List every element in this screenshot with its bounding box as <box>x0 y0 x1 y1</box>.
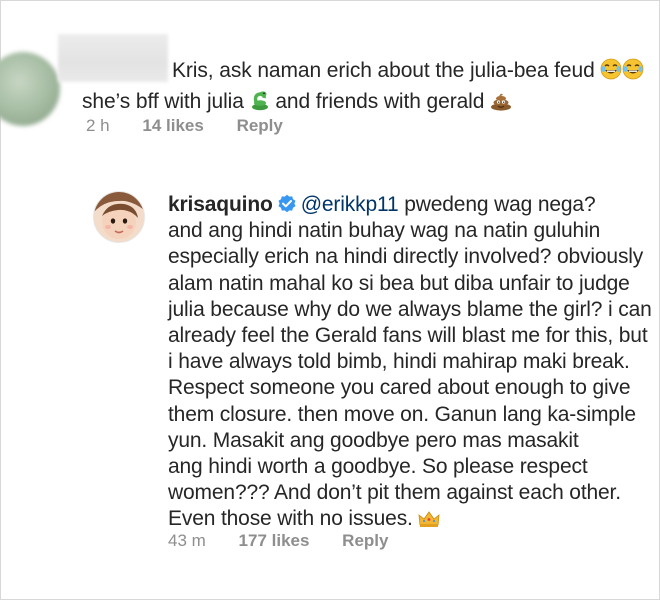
crown-emoji <box>418 509 440 535</box>
comment-text-line2a: she’s bff with julia <box>82 90 244 113</box>
reply-likes-link[interactable]: 177 likes <box>239 531 310 551</box>
reply-body: krisaquino @erikkp11 pwedeng wag nega? a… <box>168 192 656 536</box>
reply-line: alam natin mahal ko si bea but diba unfa… <box>168 271 630 295</box>
reply-reply-button[interactable]: Reply <box>342 531 388 551</box>
reply-line: ang hindi worth a goodbye. So please res… <box>168 455 588 479</box>
reply-avatar[interactable] <box>93 191 145 243</box>
reply-line: julia because why do we always blame the… <box>168 297 652 321</box>
poop-emoji <box>490 91 512 119</box>
reply-line: them closure. then move on. Ganun lang k… <box>168 402 636 426</box>
comment-likes-link[interactable]: 14 likes <box>142 116 203 136</box>
laughing-tears-emoji <box>600 58 622 88</box>
laughing-tears-emoji <box>622 58 644 88</box>
comment-timestamp: 2 h <box>86 116 110 135</box>
reply-text-line1: pwedeng wag nega? <box>404 193 596 216</box>
reply-line: Respect someone you cared about enough t… <box>168 376 631 400</box>
reply-line: women??? And don’t pit them against each… <box>168 481 621 505</box>
comment-meta: 2 h 14 likes Reply <box>86 116 311 136</box>
baby-face-avatar-image <box>94 192 144 242</box>
reply-timestamp: 43 m <box>168 531 206 550</box>
reply-line: and ang hindi natin buhay wag na natin g… <box>168 219 601 243</box>
reply-first-line: krisaquino @erikkp11 pwedeng wag nega? <box>168 192 656 218</box>
comment-reply-button[interactable]: Reply <box>237 116 283 136</box>
reply-line: yun. Masakit ang goodbye pero mas masaki… <box>168 428 579 452</box>
mention-link[interactable]: @erikkp11 <box>301 193 399 216</box>
reply-text-last: Even those with no issues. <box>168 507 413 531</box>
comment-text-line2b: and friends with gerald <box>275 90 485 113</box>
reply-line: i have always told bimb, hindi mahirap m… <box>168 350 630 374</box>
verified-badge-icon <box>277 194 297 214</box>
reply-username[interactable]: krisaquino <box>168 193 273 216</box>
comment-text-line1: Kris, ask naman erich about the julia-be… <box>172 59 595 82</box>
comment-body: Kris, ask naman erich about the julia-be… <box>82 57 652 119</box>
reply-line: already feel the Gerald fans will blast … <box>168 324 648 348</box>
reply-line: especially erich na hindi directly invol… <box>168 245 644 269</box>
snake-emoji <box>250 89 270 119</box>
reply-meta: 43 m 177 likes Reply <box>168 531 416 551</box>
